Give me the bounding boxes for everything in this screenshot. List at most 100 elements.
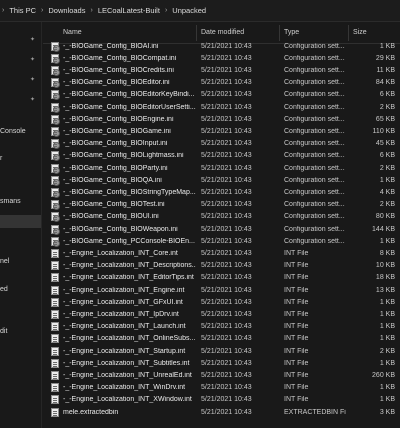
file-row[interactable]: -_-Engine_Localization_INT_Descriptions.… bbox=[43, 260, 400, 272]
ini-file-icon bbox=[51, 224, 60, 235]
file-list[interactable]: Name Date modified Type Size -_-BIOGame_… bbox=[43, 22, 400, 428]
file-date-modified: 5/21/2021 10:43 bbox=[201, 152, 252, 160]
file-name: -_-BIOGame_Config_BIOEngine.ini bbox=[63, 115, 174, 123]
file-date-modified: 5/21/2021 10:43 bbox=[201, 359, 252, 367]
int-file-icon bbox=[51, 346, 59, 356]
file-row[interactable]: -_-BIOGame_Config_BIOEngine.ini 5/21/2021… bbox=[43, 113, 400, 125]
file-type: Configuration sett... bbox=[284, 91, 345, 99]
file-row[interactable]: -_-BIOGame_Config_BIOTest.ini 5/21/2021 1… bbox=[43, 199, 400, 211]
file-row[interactable]: -_-BIOGame_Config_BIOCompat.ini 5/21/2021… bbox=[43, 52, 400, 64]
file-name: -_-BIOGame_Config_BIOEditor.ini bbox=[63, 79, 170, 87]
column-divider[interactable] bbox=[348, 25, 349, 41]
file-row[interactable]: mele.extractedbin 5/21/2021 10:43 EXTRACTE… bbox=[43, 406, 400, 418]
file-type: Configuration sett... bbox=[284, 140, 345, 148]
file-type: INT File bbox=[284, 249, 309, 257]
file-date-modified: 5/21/2021 10:43 bbox=[201, 347, 252, 355]
file-type: INT File bbox=[284, 286, 309, 294]
int-file-icon bbox=[51, 285, 59, 295]
breadcrumb-downloads[interactable]: Downloads bbox=[48, 6, 85, 15]
sidebar-item-nel[interactable]: nel bbox=[0, 258, 9, 265]
column-header-name[interactable]: Name bbox=[63, 29, 82, 36]
file-row[interactable]: -_-BIOGame_Config_BIOEditorKeyBindi... 5/… bbox=[43, 89, 400, 101]
file-name: -_-BIOGame_Config_BIOInput.ini bbox=[63, 140, 168, 148]
file-row[interactable]: -_-Engine_Localization_INT_UnrealEd.int 5… bbox=[43, 369, 400, 381]
chevron-right-icon[interactable]: › bbox=[165, 7, 167, 14]
file-row[interactable]: -_-BIOGame_Config_BIOWeapon.ini 5/21/2021… bbox=[43, 223, 400, 235]
file-size: 8 KB bbox=[379, 249, 395, 257]
file-name: -_-BIOGame_Config_BIOGame.ini bbox=[63, 127, 171, 135]
file-name: -_-BIOGame_Config_BIOTest.ini bbox=[63, 201, 165, 209]
sidebar-item-smans[interactable]: smans bbox=[0, 198, 21, 205]
file-row[interactable]: -_-Engine_Localization_INT_Core.int 5/21/… bbox=[43, 247, 400, 259]
file-size: 2 KB bbox=[379, 347, 395, 355]
bin-file-icon bbox=[51, 407, 59, 417]
file-type: INT File bbox=[284, 371, 309, 379]
file-date-modified: 5/21/2021 10:43 bbox=[201, 371, 252, 379]
file-row[interactable]: -_-Engine_Localization_INT_Launch.int 5/2… bbox=[43, 321, 400, 333]
file-name: -_-BIOGame_Config_BIOLightmass.ini bbox=[63, 152, 184, 160]
breadcrumb-this-pc[interactable]: This PC bbox=[9, 6, 36, 15]
file-row[interactable]: -_-BIOGame_Config_BIOStringTypeMap... 5/2… bbox=[43, 186, 400, 198]
file-row[interactable]: -_-BIOGame_Config_BIOEditorUserSetti... 5… bbox=[43, 101, 400, 113]
file-row[interactable]: -_-BIOGame_Config_BIOEditor.ini 5/21/2021… bbox=[43, 77, 400, 89]
file-row[interactable]: -_-BIOGame_Config_BIOAI.ini 5/21/2021 10:… bbox=[43, 40, 400, 52]
file-row[interactable]: -_-Engine_Localization_INT_XWindow.int 5/… bbox=[43, 394, 400, 406]
file-size: 3 KB bbox=[379, 408, 395, 416]
file-type: INT File bbox=[284, 347, 309, 355]
file-name: -_-Engine_Localization_INT_EditorTips.in… bbox=[63, 274, 194, 282]
breadcrumb-unpacked[interactable]: Unpacked bbox=[172, 6, 206, 15]
file-row[interactable]: -_-BIOGame_Config_BIOCredits.ini 5/21/202… bbox=[43, 64, 400, 76]
breadcrumb: This PC › Downloads › LECoalLatest-Built… bbox=[9, 6, 206, 15]
file-row[interactable]: -_-Engine_Localization_INT_WinDrv.int 5/2… bbox=[43, 382, 400, 394]
file-date-modified: 5/21/2021 10:43 bbox=[201, 91, 252, 99]
sidebar-item-ed[interactable]: ed bbox=[0, 286, 8, 293]
file-row[interactable]: -_-BIOGame_Config_BIOLightmass.ini 5/21/2… bbox=[43, 150, 400, 162]
file-type: Configuration sett... bbox=[284, 164, 345, 172]
column-header-date[interactable]: Date modified bbox=[201, 29, 244, 36]
file-type: INT File bbox=[284, 298, 309, 306]
sidebar-item-selected[interactable] bbox=[0, 215, 41, 228]
navigation-pane[interactable]: ✦ ✦ ✦ ✦ Console r smans nel ed dit bbox=[0, 22, 42, 428]
file-name: -_-Engine_Localization_INT_Subtitles.int bbox=[63, 359, 190, 367]
file-row[interactable]: -_-BIOGame_Config_BIOInput.ini 5/21/2021 … bbox=[43, 138, 400, 150]
column-divider[interactable] bbox=[279, 25, 280, 41]
file-row[interactable]: -_-BIOGame_Config_PCConsole-BIOEn... 5/21… bbox=[43, 235, 400, 247]
file-size: 18 KB bbox=[375, 274, 395, 282]
file-row[interactable]: -_-BIOGame_Config_BIOParty.ini 5/21/2021 … bbox=[43, 162, 400, 174]
sidebar-item-dit[interactable]: dit bbox=[0, 328, 7, 335]
column-header-type[interactable]: Type bbox=[284, 29, 299, 36]
chevron-right-icon[interactable]: › bbox=[41, 7, 43, 14]
breadcrumb-lecoal[interactable]: LECoalLatest-Built bbox=[98, 6, 160, 15]
column-divider[interactable] bbox=[196, 25, 197, 41]
address-bar[interactable]: › This PC › Downloads › LECoalLatest-Bui… bbox=[0, 0, 400, 22]
file-date-modified: 5/21/2021 10:43 bbox=[201, 237, 252, 245]
file-type: INT File bbox=[284, 262, 309, 270]
file-date-modified: 5/21/2021 10:43 bbox=[201, 140, 252, 148]
sidebar-item-r[interactable]: r bbox=[0, 155, 2, 162]
file-row[interactable]: -_-BIOGame_Config_BIOQA.ini 5/21/2021 10:… bbox=[43, 174, 400, 186]
file-row[interactable]: -_-Engine_Localization_INT_Engine.int 5/2… bbox=[43, 284, 400, 296]
file-name: -_-BIOGame_Config_BIOQA.ini bbox=[63, 176, 162, 184]
file-row[interactable]: -_-Engine_Localization_INT_Startup.int 5/… bbox=[43, 345, 400, 357]
column-header-size[interactable]: Size bbox=[353, 29, 367, 36]
file-name: -_-BIOGame_Config_BIOEditorUserSetti... bbox=[63, 103, 196, 111]
file-size: 1 KB bbox=[379, 176, 395, 184]
file-row[interactable]: -_-Engine_Localization_INT_Subtitles.int… bbox=[43, 357, 400, 369]
file-date-modified: 5/21/2021 10:43 bbox=[201, 213, 252, 221]
file-row[interactable]: -_-BIOGame_Config_BIOGame.ini 5/21/2021 1… bbox=[43, 125, 400, 137]
ini-file-icon bbox=[51, 236, 60, 247]
file-size: 2 KB bbox=[379, 164, 395, 172]
file-size: 1 KB bbox=[379, 42, 395, 50]
sidebar-item-console[interactable]: Console bbox=[0, 128, 26, 135]
file-row[interactable]: -_-Engine_Localization_INT_IpDrv.int 5/21… bbox=[43, 308, 400, 320]
file-date-modified: 5/21/2021 10:43 bbox=[201, 127, 252, 135]
file-row[interactable]: -_-Engine_Localization_INT_GFxUI.int 5/21… bbox=[43, 296, 400, 308]
file-row[interactable]: -_-BIOGame_Config_BIOUI.ini 5/21/2021 10:… bbox=[43, 211, 400, 223]
file-row[interactable]: -_-Engine_Localization_INT_EditorTips.in… bbox=[43, 272, 400, 284]
file-name: -_-BIOGame_Config_BIOWeapon.ini bbox=[63, 225, 178, 233]
file-type: Configuration sett... bbox=[284, 103, 345, 111]
chevron-right-icon[interactable]: › bbox=[90, 7, 92, 14]
file-type: INT File bbox=[284, 274, 309, 282]
file-row[interactable]: -_-Engine_Localization_INT_OnlineSubs...… bbox=[43, 333, 400, 345]
ini-file-icon bbox=[51, 90, 60, 101]
